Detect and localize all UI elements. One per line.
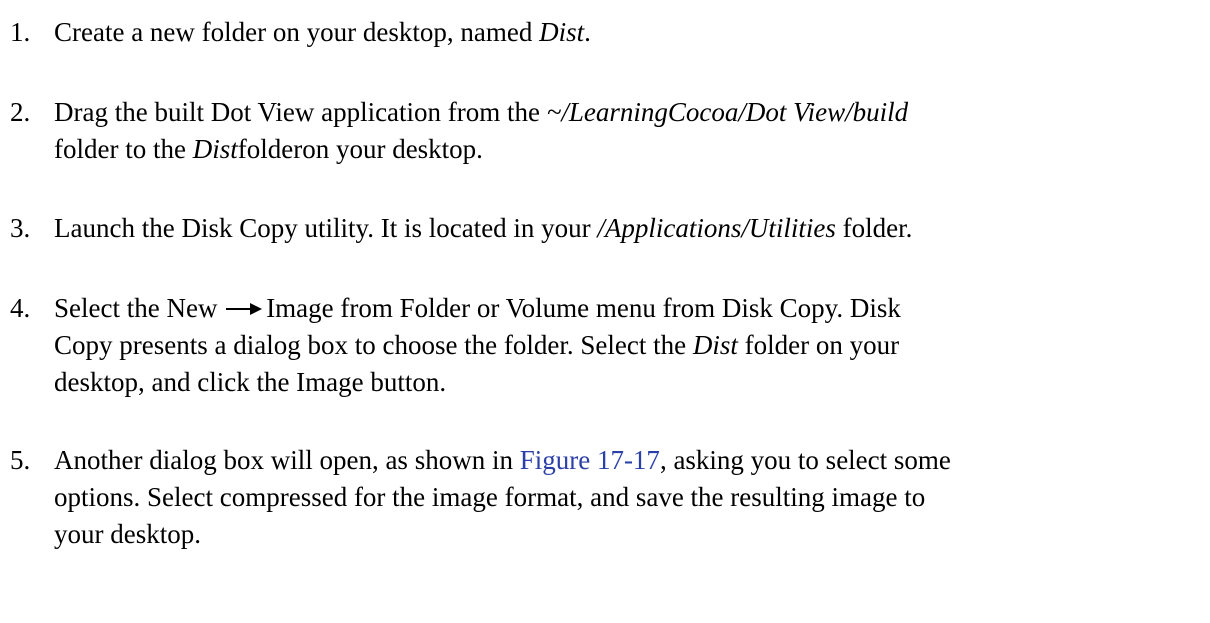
italic-text: ~/LearningCocoa/Dot View/build [546,97,909,127]
text-line: Create a new folder on your desktop, nam… [54,14,1190,51]
text-span: Select the New [54,293,218,323]
list-item: 1. Create a new folder on your desktop, … [10,14,1190,51]
text-line: Copy presents a dialog box to choose the… [54,327,1190,364]
step-number: 3. [10,213,31,243]
figure-link[interactable]: Figure 17-17 [520,445,660,475]
list-item: 3. Launch the Disk Copy utility. It is l… [10,210,1190,247]
text-line: your desktop. [54,516,1190,553]
text-line: Another dialog box will open, as shown i… [54,442,1190,479]
step-number: 5. [10,445,31,475]
list-item: 2. Drag the built Dot View application f… [10,94,1190,168]
text-span: folder on your [737,330,900,360]
italic-text: Dist [692,330,738,360]
text-line: Select the New Image from Folder or Volu… [54,290,1190,327]
text-span: Launch the Disk Copy utility. It is loca… [54,213,598,243]
text-span: folder. [835,213,913,243]
italic-text: Dist [539,17,585,47]
step-number: 1. [10,17,31,47]
text-span: your desktop. [54,519,201,549]
step-text: Select the New Image from Folder or Volu… [54,290,1190,401]
step-text: Create a new folder on your desktop, nam… [54,14,1190,51]
list-item: 5. Another dialog box will open, as show… [10,442,1190,553]
italic-text: /Applications/Utilities [597,213,836,243]
italic-text: Dist [192,134,238,164]
text-span: Drag the built Dot View application from… [54,97,547,127]
text-span: folder to the [54,134,193,164]
text-span: Image from Folder or Volume menu from Di… [266,293,901,323]
step-text: Drag the built Dot View application from… [54,94,1190,168]
document-page: 1. Create a new folder on your desktop, … [0,0,1210,623]
text-line: options. Select compressed for the image… [54,479,1190,516]
list-item: 4. Select the New Image from Folder or V… [10,290,1190,401]
text-span: Another dialog box will open, as shown i… [54,445,520,475]
step-text: Launch the Disk Copy utility. It is loca… [54,210,1190,247]
text-line: desktop, and click the Image button. [54,364,1190,401]
text-span: folderon your desktop. [237,134,483,164]
text-span: . [584,17,591,47]
step-number: 4. [10,293,31,323]
text-span: desktop, and click the Image button. [54,367,447,397]
text-line: Launch the Disk Copy utility. It is loca… [54,210,1190,247]
text-span: Create a new folder on your desktop, nam… [54,17,540,47]
text-span: Copy presents a dialog box to choose the… [54,330,693,360]
right-arrow-icon [226,302,263,315]
step-number: 2. [10,97,31,127]
text-span: , asking you to select some [659,445,951,475]
text-line: folder to the Distfolderon your desktop. [54,131,1190,168]
text-line: Drag the built Dot View application from… [54,94,1190,131]
text-span: options. Select compressed for the image… [54,482,926,512]
step-text: Another dialog box will open, as shown i… [54,442,1190,553]
